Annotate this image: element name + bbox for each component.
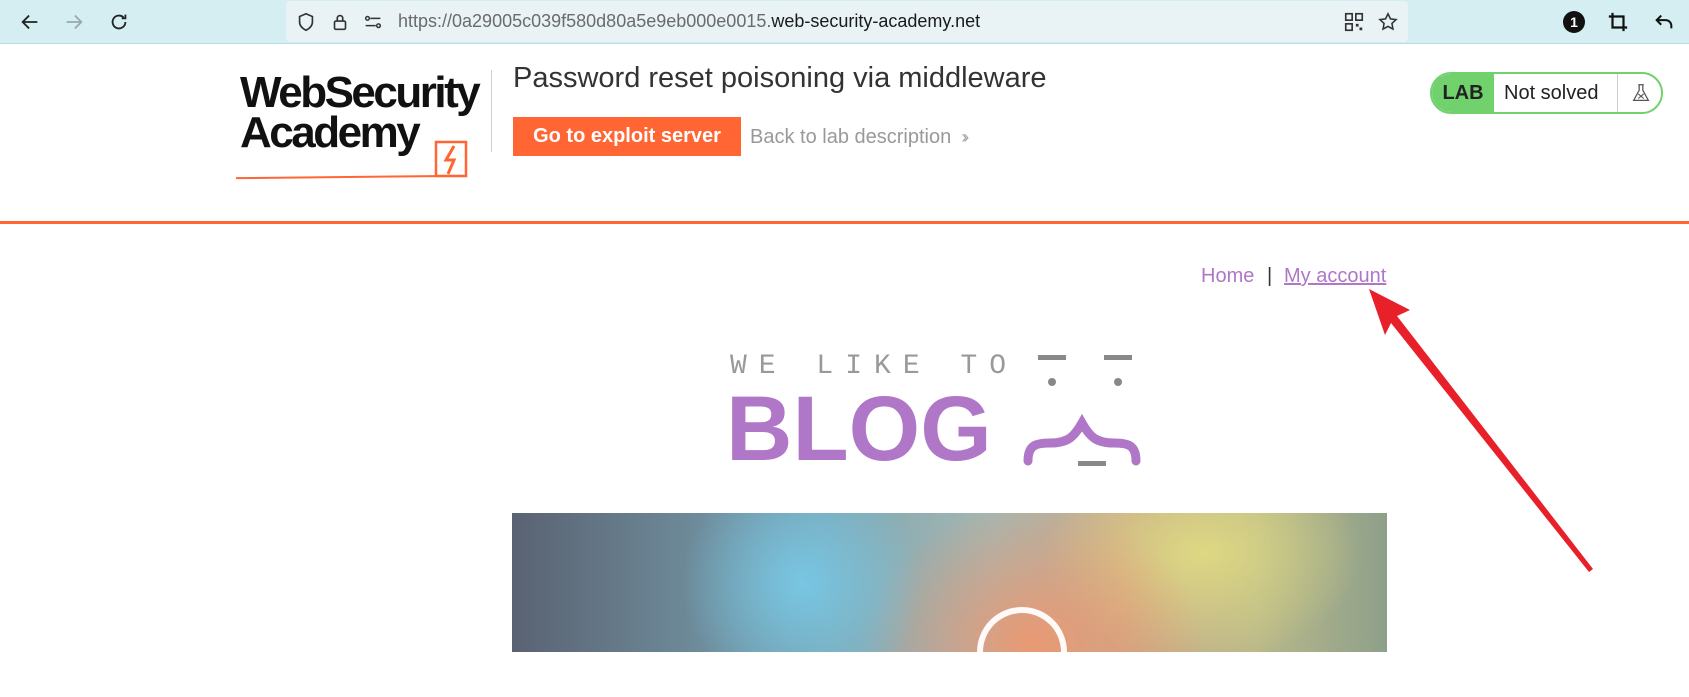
- exploit-server-button[interactable]: Go to exploit server: [513, 117, 741, 156]
- lab-status-text: Not solved: [1504, 82, 1599, 104]
- hero-warning-icon: [977, 607, 1067, 697]
- qr-code-icon[interactable]: [1342, 10, 1366, 34]
- back-icon[interactable]: [14, 6, 46, 38]
- lab-badge-label: LAB: [1432, 74, 1494, 112]
- shield-icon[interactable]: [294, 10, 318, 34]
- lab-title: Password reset poisoning via middleware: [513, 62, 1047, 94]
- my-account-link[interactable]: My account: [1284, 265, 1386, 288]
- web-security-academy-logo[interactable]: WebSecurity Academy: [235, 66, 496, 180]
- reload-icon[interactable]: [103, 6, 135, 38]
- forward-icon[interactable]: [58, 6, 90, 38]
- blog-logo: WE LIKE TO BLOG: [720, 345, 1180, 475]
- logo-line2: Academy: [240, 108, 421, 157]
- crop-icon[interactable]: [1604, 8, 1632, 36]
- undo-icon[interactable]: [1650, 8, 1678, 36]
- header-divider: [491, 70, 492, 152]
- url-prefix: https://0a29005c039f580d80a5e9eb000e0015…: [398, 11, 772, 31]
- blog-top-nav: Home | My account: [1190, 265, 1386, 291]
- logo-underline: [235, 174, 461, 180]
- blog-word: BLOG: [726, 378, 992, 480]
- logo-bolt-icon: [434, 140, 468, 178]
- url-text[interactable]: https://0a29005c039f580d80a5e9eb000e0015…: [398, 11, 980, 32]
- home-link[interactable]: Home: [1201, 265, 1254, 288]
- academy-header: WebSecurity Academy Password reset poiso…: [0, 44, 1689, 224]
- bookmark-star-icon[interactable]: [1376, 10, 1400, 34]
- blog-hero-image: [512, 513, 1387, 697]
- flask-icon: [1617, 74, 1661, 112]
- url-domain: web-security-academy.net: [771, 11, 981, 31]
- browser-toolbar: https://0a29005c039f580d80a5e9eb000e0015…: [0, 0, 1689, 44]
- back-link-label: Back to lab description: [750, 126, 952, 148]
- blog-face-icon: [1023, 355, 1141, 466]
- address-bar[interactable]: https://0a29005c039f580d80a5e9eb000e0015…: [286, 1, 1408, 42]
- nav-separator: |: [1267, 265, 1273, 287]
- lock-icon[interactable]: [328, 10, 352, 34]
- notification-count: 1: [1563, 11, 1585, 33]
- double-chevron-icon: ››: [961, 127, 969, 147]
- notification-badge-icon[interactable]: 1: [1560, 8, 1588, 36]
- back-to-lab-description-link[interactable]: Back to lab description ››: [750, 126, 969, 149]
- site-permissions-icon[interactable]: [361, 10, 385, 34]
- lab-status-badge: LAB Not solved: [1430, 72, 1663, 114]
